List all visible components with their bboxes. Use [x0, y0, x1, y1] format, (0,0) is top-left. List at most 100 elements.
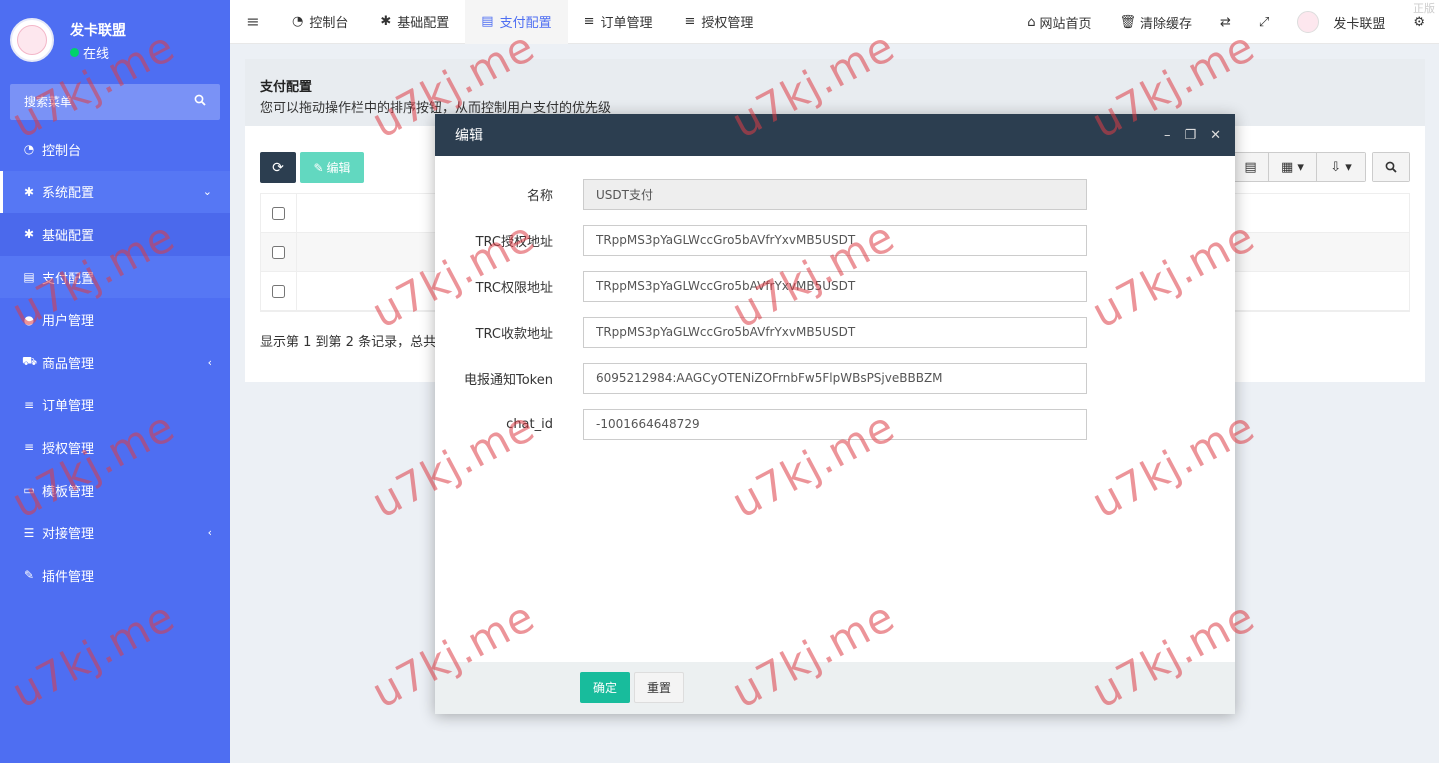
reset-button[interactable]: 重置 [634, 672, 684, 703]
name-field[interactable] [583, 178, 1087, 210]
tab-label: 订单管理 [600, 16, 653, 31]
sidebar-item-payment-config[interactable]: ▤ 支付配置 [0, 255, 230, 299]
online-dot-icon [70, 48, 79, 57]
sidebar-item-label: 用户管理 [42, 314, 95, 330]
form-row-name: 名称 [435, 171, 1235, 217]
list-icon: ≡ [684, 14, 696, 29]
trc-auth-label: TRC授权地址 [475, 234, 553, 250]
tab-label: 控制台 [309, 16, 349, 31]
tab-payment-config[interactable]: ▤ 支付配置 [465, 0, 568, 44]
trash-icon: 🗑 [1119, 14, 1136, 30]
export-button[interactable]: ⇩ ▾ [1317, 153, 1365, 181]
form-row-trc-auth: TRC授权地址 [435, 217, 1235, 263]
translate-button[interactable]: ⇄ [1206, 15, 1245, 30]
telegram-token-field[interactable] [583, 362, 1087, 394]
menu-search[interactable] [10, 84, 220, 120]
home-icon: ⌂ [1027, 14, 1036, 30]
maximize-icon[interactable]: ❐ [1184, 128, 1196, 143]
trc-permission-address-field[interactable] [583, 270, 1087, 302]
row-checkbox[interactable] [272, 284, 285, 298]
modal-header: 编辑 – ❐ ✕ [435, 114, 1235, 156]
gear-icon: ✱ [380, 14, 392, 29]
tab-licenses[interactable]: ≡ 授权管理 [669, 0, 770, 44]
close-icon[interactable]: ✕ [1210, 128, 1221, 143]
home-link[interactable]: ⌂ 网站首页 [1013, 13, 1105, 32]
top-nav: ≡ ◔ 控制台 ✱ 基础配置 ▤ 支付配置 ≡ 订单管理 ≡ 授权管理 ⌂ 网站… [230, 0, 1439, 44]
chevron-down-icon: ⌄ [202, 185, 212, 199]
search-group [1372, 152, 1410, 182]
tab-orders[interactable]: ≡ 订单管理 [568, 0, 669, 44]
sidebar-item-plugins[interactable]: ✎ 插件管理 [0, 554, 230, 597]
tab-dashboard[interactable]: ◔ 控制台 [276, 0, 364, 44]
sidebar-item-dashboard[interactable]: ◔ 控制台 [0, 128, 230, 171]
form-row-trc-permission: TRC权限地址 [435, 263, 1235, 309]
gears-icon: ⚙ [1413, 14, 1425, 30]
online-status: 在线 [70, 43, 109, 62]
user-menu[interactable]: 发卡联盟 [1283, 11, 1399, 33]
sidebar-item-licenses[interactable]: ≡ 授权管理 [0, 426, 230, 469]
list-icon: ≡ [23, 397, 35, 412]
modal-window-controls: – ❐ ✕ [1164, 114, 1221, 156]
refresh-icon: ⟳ [272, 159, 284, 176]
edit-button[interactable]: ✎ 编辑 [300, 152, 364, 183]
tab-label: 支付配置 [499, 16, 552, 31]
sidebar-item-integrations[interactable]: ☰ 对接管理 ‹ [0, 511, 230, 554]
pencil-icon: ✎ [313, 160, 324, 175]
dashboard-icon: ◔ [23, 142, 35, 157]
trc-receive-address-field[interactable] [583, 316, 1087, 348]
sidebar-item-orders[interactable]: ≡ 订单管理 [0, 384, 230, 427]
card-icon: ▭ [23, 483, 35, 498]
pagination-info: 显示第 1 到第 2 条记录，总共 [260, 335, 437, 350]
edit-form: 名称 TRC授权地址 TRC权限地址 TRC收款地址 电报通知Token cha… [435, 156, 1235, 447]
panel-title: 支付配置 [260, 80, 313, 95]
menu-search-input[interactable] [24, 95, 184, 109]
avatar [1297, 11, 1320, 33]
sidebar-item-label: 模板管理 [42, 484, 95, 500]
cart-icon: ⛟ [22, 354, 38, 369]
brand: 发卡联盟 在线 [0, 0, 230, 80]
top-right-actions: ⌂ 网站首页 🗑 清除缓存 ⇄ ⤢ 发卡联盟 ⚙ [1013, 0, 1439, 44]
tab-basic-config[interactable]: ✱ 基础配置 [364, 0, 465, 44]
chat-id-field[interactable] [583, 408, 1087, 440]
table-toolbar: ▤ ▦ ▾ ⇩ ▾ [1232, 152, 1410, 182]
form-row-chat-id: chat_id [435, 401, 1235, 447]
home-label: 网站首页 [1039, 16, 1092, 32]
confirm-button[interactable]: 确定 [580, 672, 630, 703]
sidebar-item-products[interactable]: ⛟ 商品管理 ‹ [0, 341, 230, 384]
minimize-icon[interactable]: – [1164, 128, 1171, 143]
translate-icon: ⇄ [1220, 14, 1231, 30]
sidebar-item-templates[interactable]: ▭ 模板管理 [0, 469, 230, 512]
select-all-checkbox[interactable] [272, 206, 285, 220]
search-icon [1385, 161, 1397, 173]
trc-auth-address-field[interactable] [583, 224, 1087, 256]
fullscreen-button[interactable]: ⤢ [1245, 15, 1283, 30]
sidebar-item-basic-config[interactable]: ✱ 基础配置 [0, 213, 230, 256]
settings-button[interactable]: ⚙ [1399, 15, 1439, 30]
chevron-left-icon: ‹ [207, 355, 212, 369]
columns-button[interactable]: ▦ ▾ [1269, 153, 1317, 181]
sidebar-item-label: 授权管理 [42, 441, 95, 457]
trc-receive-label: TRC收款地址 [475, 326, 553, 342]
sidebar-item-system-config[interactable]: ✱ 系统配置 ⌄ [0, 170, 230, 214]
sidebar-item-label: 系统配置 [42, 186, 95, 202]
search-icon[interactable] [194, 94, 206, 110]
card-view-button[interactable]: ▤ [1233, 153, 1269, 181]
row-checkbox[interactable] [272, 245, 285, 259]
clear-cache-button[interactable]: 🗑 清除缓存 [1105, 13, 1206, 32]
modal-footer: 确定 重置 [435, 662, 1235, 714]
tab-label: 授权管理 [701, 16, 754, 31]
list-alt-icon: ▤ [23, 270, 35, 285]
form-row-telegram-token: 电报通知Token [435, 355, 1235, 401]
brand-logo [10, 18, 54, 62]
view-toggle-group: ▤ ▦ ▾ ⇩ ▾ [1232, 152, 1366, 182]
table-search-button[interactable] [1373, 153, 1409, 181]
hamburger-menu-icon[interactable]: ≡ [230, 12, 276, 31]
modal-title: 编辑 [455, 128, 483, 144]
sidebar-item-label: 订单管理 [42, 399, 95, 415]
refresh-button[interactable]: ⟳ [260, 152, 296, 183]
dashboard-icon: ◔ [292, 14, 304, 29]
telegram-token-label: 电报通知Token [464, 372, 553, 388]
brand-name: 发卡联盟 [70, 23, 126, 39]
name-label: 名称 [526, 188, 553, 204]
sidebar-item-users[interactable]: ● 用户管理 [0, 298, 230, 341]
